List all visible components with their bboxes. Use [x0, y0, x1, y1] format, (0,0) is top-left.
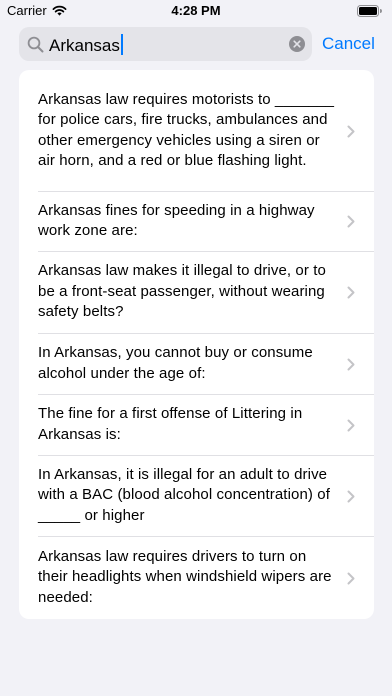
- result-item[interactable]: Arkansas law requires motorists to _____…: [19, 70, 374, 191]
- result-question-text: Arkansas fines for speeding in a highway…: [38, 201, 315, 240]
- result-item[interactable]: Arkansas law makes it illegal to drive, …: [19, 251, 374, 333]
- chevron-right-icon: [347, 358, 355, 370]
- search-input[interactable]: Arkansas: [49, 36, 120, 55]
- result-question-text: Arkansas law requires drivers to turn on…: [38, 547, 332, 606]
- clear-search-icon[interactable]: [289, 36, 305, 52]
- status-bar: Carrier 4:28 PM: [0, 0, 392, 22]
- chevron-right-icon: [347, 419, 355, 431]
- chevron-right-icon: [347, 572, 355, 584]
- result-item[interactable]: Arkansas fines for speeding in a highway…: [19, 191, 374, 251]
- status-time: 4:28 PM: [171, 3, 221, 18]
- chevron-right-icon: [347, 490, 355, 502]
- search-icon: [27, 36, 44, 53]
- result-item[interactable]: In Arkansas, you cannot buy or consume a…: [19, 333, 374, 394]
- search-results-list: Arkansas law requires motorists to _____…: [19, 70, 374, 619]
- search-input-container[interactable]: Arkansas: [49, 34, 123, 56]
- search-field[interactable]: Arkansas: [19, 27, 312, 61]
- result-question-text: In Arkansas, you cannot buy or consume a…: [38, 344, 313, 382]
- result-question-text: Arkansas law makes it illegal to drive, …: [38, 262, 326, 321]
- chevron-right-icon: [347, 286, 355, 299]
- text-caret: [120, 34, 123, 55]
- result-question-text: The fine for a first offense of Litterin…: [38, 405, 303, 443]
- result-item[interactable]: Arkansas law requires drivers to turn on…: [19, 536, 374, 619]
- battery-icon: [357, 5, 382, 17]
- search-bar: Arkansas Cancel: [19, 27, 379, 61]
- result-item[interactable]: The fine for a first offense of Litterin…: [19, 394, 374, 455]
- result-question-text: In Arkansas, it is illegal for an adult …: [38, 465, 330, 524]
- result-question-text: Arkansas law requires motorists to _____…: [38, 90, 335, 170]
- chevron-right-icon: [347, 125, 355, 137]
- result-item[interactable]: In Arkansas, it is illegal for an adult …: [19, 455, 374, 536]
- chevron-right-icon: [347, 215, 355, 228]
- cancel-button[interactable]: Cancel: [322, 33, 375, 55]
